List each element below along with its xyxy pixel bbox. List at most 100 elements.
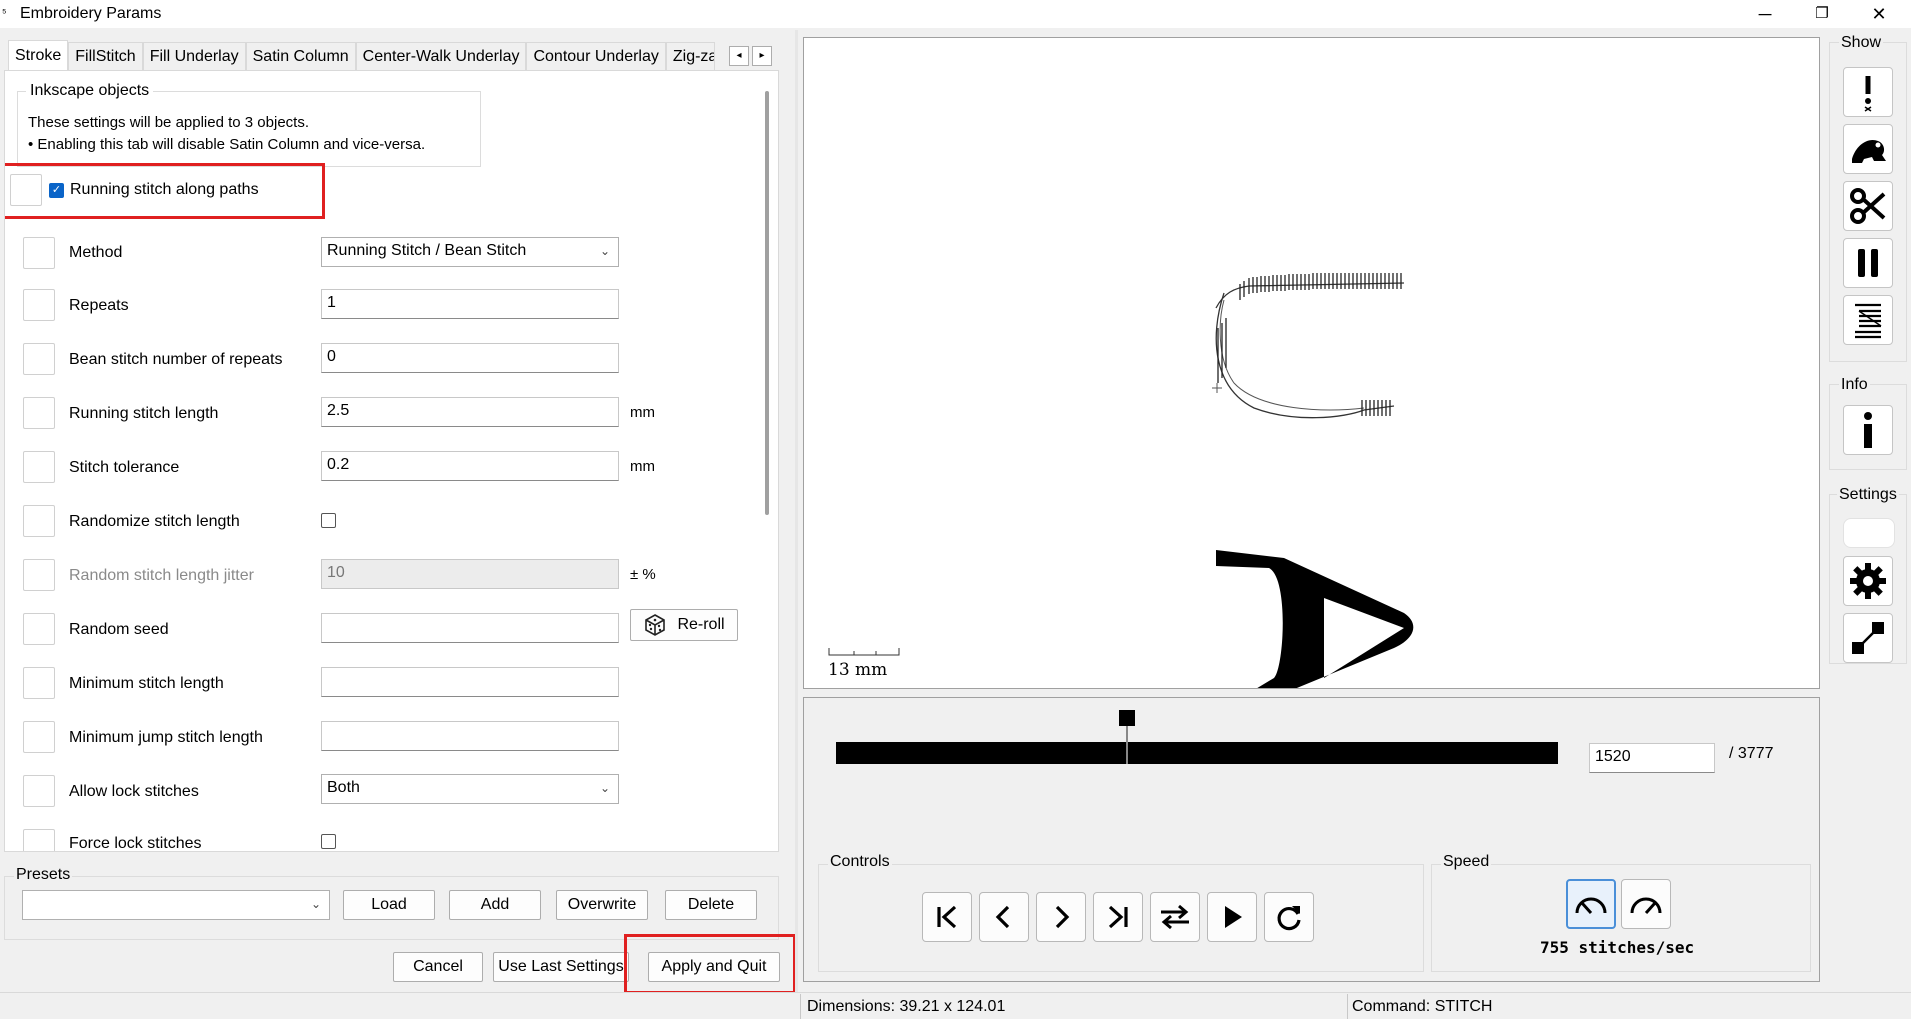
settings-button[interactable] — [1843, 556, 1893, 606]
show-color-changes-button[interactable] — [1843, 295, 1893, 345]
window-title: Embroidery Params — [20, 5, 162, 22]
play-icon — [1225, 906, 1242, 928]
previous-stitch-button[interactable] — [979, 892, 1029, 942]
reroll-button[interactable]: Re-roll — [630, 609, 738, 641]
presets-overwrite-button[interactable]: Overwrite — [556, 890, 648, 920]
tab-zigzag-underlay[interactable]: Zig-za — [665, 42, 715, 70]
skip-to-end-icon — [1108, 905, 1128, 929]
stitch-slider-thumb[interactable] — [1118, 710, 1135, 764]
show-jumps-button[interactable] — [1843, 124, 1893, 174]
force-lock-toggle-box[interactable] — [23, 829, 55, 851]
presets-delete-button[interactable]: Delete — [665, 890, 757, 920]
seed-toggle-box[interactable] — [23, 613, 55, 645]
running-length-toggle-box[interactable] — [23, 397, 55, 429]
tolerance-toggle-box[interactable] — [23, 451, 55, 483]
jitter-input[interactable]: 10 — [321, 559, 619, 589]
enable-label: Running stitch along paths — [70, 181, 259, 198]
min-jump-label: Minimum jump stitch length — [69, 729, 263, 746]
method-value: Running Stitch / Bean Stitch — [327, 242, 527, 259]
show-errors-button[interactable] — [1843, 67, 1893, 117]
swap-direction-button[interactable] — [1150, 892, 1200, 942]
method-toggle-box[interactable] — [23, 237, 55, 269]
pane-splitter[interactable] — [795, 30, 798, 992]
bean-repeats-label: Bean stitch number of repeats — [69, 351, 283, 368]
jitter-unit: ± % — [630, 566, 656, 583]
first-stitch-button[interactable] — [922, 892, 972, 942]
jitter-toggle-box[interactable] — [23, 559, 55, 591]
show-stops-button[interactable] — [1843, 238, 1893, 288]
speed-text: 755 stitches/sec — [1540, 938, 1695, 957]
seed-input[interactable] — [321, 613, 619, 643]
force-lock-checkbox[interactable] — [321, 834, 336, 849]
tab-scroll-left-button[interactable]: ◂ — [729, 46, 749, 66]
running-length-label: Running stitch length — [69, 405, 219, 422]
min-length-toggle-box[interactable] — [23, 667, 55, 699]
presets-load-button[interactable]: Load — [343, 890, 435, 920]
lock-toggle-box[interactable] — [23, 775, 55, 807]
presets-select[interactable]: ⌄ — [22, 890, 330, 920]
repeats-input[interactable]: 1 — [321, 289, 619, 319]
slow-gauge-icon — [1575, 897, 1607, 915]
faster-speed-button[interactable] — [1621, 879, 1671, 929]
info-legend: Info — [1839, 376, 1870, 394]
chevron-down-icon: ⌄ — [599, 244, 610, 258]
params-scrollbar[interactable] — [765, 91, 769, 515]
tab-scroll-right-button[interactable]: ▸ — [752, 46, 772, 66]
tab-stroke[interactable]: Stroke — [8, 40, 69, 70]
lock-select[interactable]: Both ⌄ — [321, 774, 619, 804]
detach-preview-button[interactable] — [1843, 613, 1893, 663]
gear-icon — [1850, 563, 1886, 599]
repeats-toggle-box[interactable] — [23, 289, 55, 321]
stitch-preview-drawing — [828, 273, 1414, 718]
detach-window-icon — [1852, 622, 1884, 654]
play-button[interactable] — [1207, 892, 1257, 942]
randomize-toggle-box[interactable] — [23, 505, 55, 537]
tab-fill-underlay[interactable]: Fill Underlay — [142, 42, 246, 70]
apply-and-quit-button[interactable]: Apply and Quit — [648, 952, 780, 982]
controls-button-row — [922, 892, 1314, 942]
seed-label: Random seed — [69, 621, 169, 638]
min-length-input[interactable] — [321, 667, 619, 697]
title-bar: ⁵ Embroidery Params ─ ❐ ✕ — [0, 0, 1911, 28]
stitch-preview-canvas[interactable]: 13 mm — [803, 37, 1820, 718]
skip-to-start-icon — [937, 905, 957, 929]
dimensions-status: Dimensions: 39.21 x 124.01 — [807, 998, 1006, 1015]
tab-fillstitch[interactable]: FillStitch — [68, 42, 143, 70]
command-status: Command: STITCH — [1352, 998, 1493, 1015]
settings-toggle[interactable] — [1843, 518, 1895, 548]
use-last-settings-button[interactable]: Use Last Settings — [493, 952, 629, 982]
maximize-button[interactable]: ❐ — [1799, 0, 1845, 28]
tab-contour-underlay[interactable]: Contour Underlay — [526, 42, 666, 70]
cancel-button[interactable]: Cancel — [393, 952, 483, 982]
fast-gauge-icon — [1630, 897, 1662, 915]
bean-repeats-input[interactable]: 0 — [321, 343, 619, 373]
refresh-icon — [1277, 906, 1301, 931]
force-lock-label: Force lock stitches — [69, 835, 202, 852]
enable-checkbox[interactable]: ✓ — [49, 183, 64, 198]
restart-button[interactable] — [1264, 892, 1314, 942]
randomize-checkbox[interactable] — [321, 513, 336, 528]
enable-toggle-box[interactable] — [10, 174, 42, 206]
close-button[interactable]: ✕ — [1856, 0, 1902, 28]
chevron-down-icon: ⌄ — [599, 781, 610, 795]
bean-repeats-toggle-box[interactable] — [23, 343, 55, 375]
stitch-slider-track[interactable] — [836, 742, 1558, 764]
exclamation-icon — [1864, 76, 1872, 112]
current-stitch-input[interactable]: 1520 — [1589, 743, 1715, 773]
method-select[interactable]: Running Stitch / Bean Stitch ⌄ — [321, 237, 619, 267]
tolerance-input[interactable]: 0.2 — [321, 451, 619, 481]
running-length-input[interactable]: 2.5 — [321, 397, 619, 427]
next-stitch-button[interactable] — [1036, 892, 1086, 942]
min-jump-toggle-box[interactable] — [23, 721, 55, 753]
randomize-label: Randomize stitch length — [69, 513, 240, 530]
last-stitch-button[interactable] — [1093, 892, 1143, 942]
presets-add-button[interactable]: Add — [449, 890, 541, 920]
chevron-down-icon: ⌄ — [310, 897, 321, 911]
min-jump-input[interactable] — [321, 721, 619, 751]
slower-speed-button[interactable] — [1566, 879, 1616, 929]
minimize-button[interactable]: ─ — [1742, 0, 1788, 28]
tab-satin-column[interactable]: Satin Column — [245, 42, 356, 70]
info-button[interactable] — [1843, 405, 1893, 455]
show-trims-button[interactable] — [1843, 181, 1893, 231]
tab-center-walk-underlay[interactable]: Center-Walk Underlay — [355, 42, 527, 70]
